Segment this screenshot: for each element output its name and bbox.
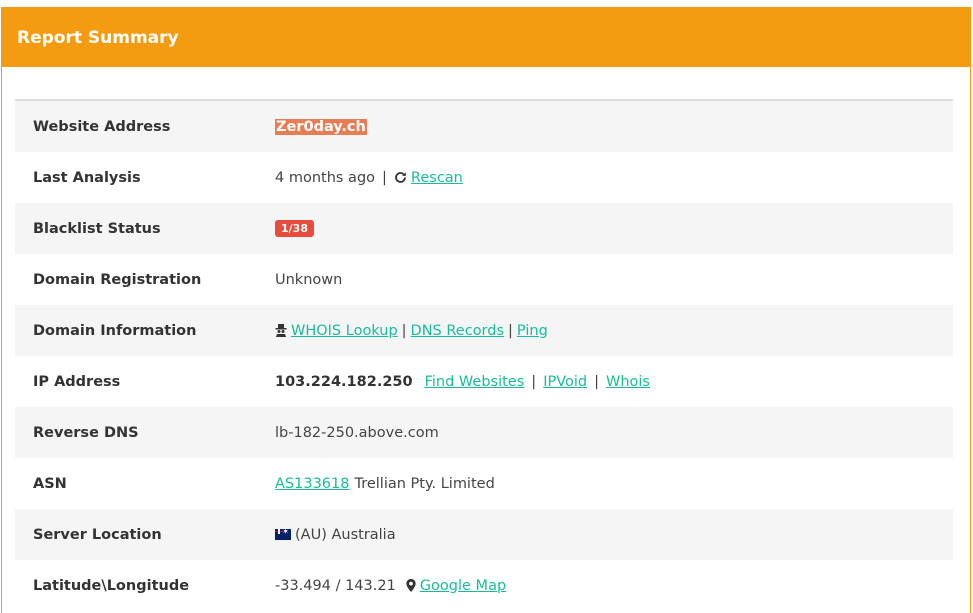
summary-table: Website Address Zer0day.ch Last Analysis… [15, 99, 953, 611]
separator: | [401, 322, 407, 339]
website-address-value: Zer0day.ch [275, 118, 367, 135]
row-label: Latitude\Longitude [33, 577, 190, 594]
table-row: IP Address 103.224.182.250 Find Websites… [15, 356, 953, 407]
row-label: IP Address [33, 373, 121, 390]
refresh-icon [394, 171, 407, 184]
find-websites-link[interactable]: Find Websites [425, 374, 525, 390]
ip-address-value: 103.224.182.250 [275, 373, 413, 390]
server-location-value: (AU) Australia [295, 526, 396, 543]
whois-link[interactable]: Whois [606, 374, 650, 390]
row-label: Last Analysis [33, 169, 141, 186]
whois-lookup-link[interactable]: WHOIS Lookup [291, 323, 398, 339]
au-flag-icon [275, 527, 291, 540]
panel-heading: Report Summary [2, 8, 970, 67]
latlong-value: -33.494 / 143.21 [275, 577, 396, 594]
row-label: Blacklist Status [33, 220, 161, 237]
table-row: Reverse DNS lb-182-250.above.com [15, 407, 953, 458]
rescan-link[interactable]: Rescan [411, 170, 463, 186]
ipvoid-link[interactable]: IPVoid [543, 374, 587, 390]
asn-link[interactable]: AS133618 [275, 476, 349, 492]
table-row: ASN AS133618 Trellian Pty. Limited [15, 458, 953, 509]
table-row: Domain Information WHOIS Lookup | DNS Re… [15, 305, 953, 356]
separator: | [382, 169, 387, 186]
reverse-dns-value: lb-182-250.above.com [275, 424, 439, 441]
ping-link[interactable]: Ping [517, 323, 548, 339]
separator: | [508, 322, 513, 339]
registration-value: Unknown [275, 271, 343, 288]
row-label: ASN [33, 475, 67, 492]
table-row: Website Address Zer0day.ch [15, 101, 953, 152]
map-marker-icon [406, 579, 416, 592]
google-map-link[interactable]: Google Map [420, 578, 506, 594]
row-label: Website Address [33, 118, 171, 135]
row-label: Domain Registration [33, 271, 202, 288]
table-row: Latitude\Longitude -33.494 / 143.21 Goog… [15, 560, 953, 611]
spy-icon [275, 324, 287, 337]
dns-records-link[interactable]: DNS Records [411, 323, 504, 339]
row-label: Reverse DNS [33, 424, 139, 441]
separator: | [594, 373, 599, 390]
row-label: Server Location [33, 526, 162, 543]
blacklist-badge: 1/38 [275, 220, 314, 237]
table-row: Domain Registration Unknown [15, 254, 953, 305]
table-row: Blacklist Status 1/38 [15, 203, 953, 254]
panel-title: Report Summary [17, 27, 179, 48]
table-row: Server Location (AU) Australia [15, 509, 953, 560]
separator: | [531, 373, 537, 390]
asn-org-value: Trellian Pty. Limited [354, 475, 495, 492]
table-row: Last Analysis 4 months ago | Rescan [15, 152, 953, 203]
row-label: Domain Information [33, 322, 197, 339]
last-analysis-value: 4 months ago [275, 169, 376, 186]
